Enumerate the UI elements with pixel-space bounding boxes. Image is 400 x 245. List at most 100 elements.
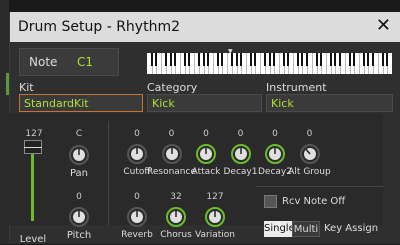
black-key[interactable] [254,53,257,66]
param-0-knob[interactable] [126,143,148,165]
title-bar: Drum Setup - Rhythm2 ✕ [10,12,400,42]
param-1-knob[interactable] [161,143,183,165]
level-slider-track[interactable] [31,151,34,221]
white-key-divider [212,53,214,74]
rcv-note-off-label: Rcv Note Off [282,196,346,207]
black-key[interactable] [287,53,290,66]
black-key[interactable] [362,53,365,66]
divider [108,121,109,225]
black-key[interactable] [174,53,177,66]
black-key[interactable] [386,53,389,66]
black-key[interactable] [183,53,186,66]
black-key[interactable] [353,53,356,66]
white-key-divider [245,53,247,74]
instrument-field[interactable]: Kick [266,94,393,112]
black-key[interactable] [235,53,238,66]
black-key[interactable] [306,53,309,66]
black-key[interactable] [381,53,384,66]
instrument-label: Instrument [266,81,327,94]
black-key[interactable] [282,53,285,66]
white-key-divider [161,53,163,74]
black-key[interactable] [197,53,200,66]
effect-2-knob[interactable] [204,206,226,228]
black-key[interactable] [367,53,370,66]
black-key[interactable] [207,53,210,66]
category-field[interactable]: Kick [147,94,262,112]
black-key[interactable] [329,53,332,66]
black-key[interactable] [221,53,224,66]
note-value: C1 [77,55,94,69]
instrument-value: Kick [271,97,294,110]
param-3-value: 0 [237,129,244,139]
black-key[interactable] [150,53,153,66]
black-key[interactable] [268,53,271,66]
pitch-label: Pitch [66,230,92,241]
left-sidebar-strip [0,0,9,244]
white-key-divider [311,53,313,74]
white-key-divider [227,53,229,74]
black-key[interactable] [348,53,351,66]
black-key[interactable] [188,53,191,66]
param-5-value: 0 [306,129,313,139]
key-assign-label: Key Assign [324,223,379,234]
black-key[interactable] [155,53,158,66]
white-key-divider [359,53,361,74]
black-key[interactable] [320,53,323,66]
param-3-knob[interactable] [230,143,252,165]
param-1-value: 0 [168,129,175,139]
level-value: 127 [25,129,43,139]
close-icon[interactable]: ✕ [376,16,391,36]
param-5-knob[interactable] [299,143,321,165]
white-key-divider [194,53,196,74]
black-key[interactable] [296,53,299,66]
black-key[interactable] [372,53,375,66]
black-key[interactable] [334,53,337,66]
white-key-divider [278,53,280,74]
white-key-divider [344,53,346,74]
note-display[interactable]: Note C1 [19,48,119,76]
kit-label: Kit [19,81,34,94]
effect-2-label: Variation [195,230,235,240]
black-key[interactable] [240,53,243,66]
effect-0-knob[interactable] [126,206,148,228]
effect-1-value: 32 [170,192,182,202]
category-value: Kick [152,97,175,110]
param-4-knob[interactable] [264,143,286,165]
note-keyboard[interactable] [147,53,392,74]
effect-2-value: 127 [206,192,224,202]
level-slider-handle-line [24,147,42,148]
param-2-value: 0 [203,129,209,139]
black-key[interactable] [230,53,233,66]
dialog-title: Drum Setup - Rhythm2 [18,19,180,35]
black-key[interactable] [339,53,342,66]
white-key-divider [260,53,262,74]
pan-label: Pan [69,168,89,179]
param-4-value: 0 [272,129,278,139]
level-label: Level [19,234,47,245]
pitch-knob[interactable] [68,206,90,228]
pan-value: C [75,129,83,139]
black-key[interactable] [169,53,172,66]
rcv-note-off-checkbox[interactable] [264,195,277,208]
kit-value: StandardKit [24,97,89,110]
black-key[interactable] [301,53,304,66]
pan-knob[interactable] [68,144,90,166]
category-label: Category [147,81,198,94]
white-key-divider [326,53,328,74]
key-assign-single-button[interactable]: Single [264,221,295,237]
pitch-value: 0 [76,192,82,202]
note-label: Note [29,55,58,69]
black-key[interactable] [263,53,266,66]
black-key[interactable] [164,53,167,66]
key-assign-multi-button[interactable]: Multi [292,221,320,237]
black-key[interactable] [249,53,252,66]
effect-1-knob[interactable] [165,206,187,228]
black-key[interactable] [202,53,205,66]
white-key-divider [293,53,295,74]
black-key[interactable] [315,53,318,66]
kit-field[interactable]: StandardKit [19,94,143,112]
param-2-knob[interactable] [195,143,217,165]
divider [256,186,383,187]
black-key[interactable] [273,53,276,66]
black-key[interactable] [216,53,219,66]
